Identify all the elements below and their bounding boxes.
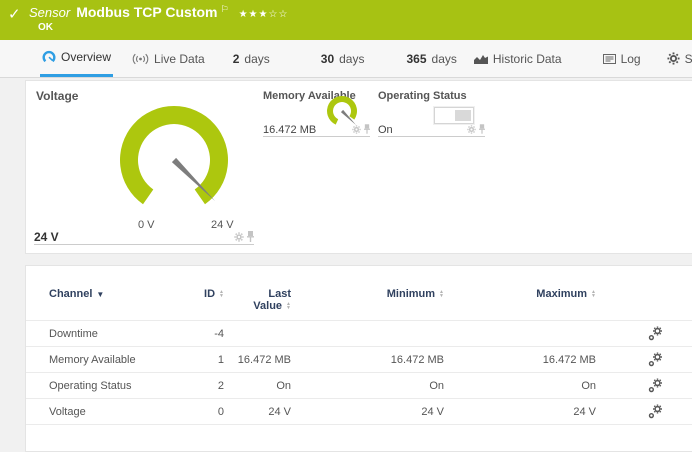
tab-label: Historic Data (493, 52, 562, 66)
col-header-minimum[interactable]: Minimum▲▼ (291, 284, 444, 321)
cell-maximum: 16.472 MB (444, 347, 596, 373)
tab-number: 365 (406, 52, 426, 66)
tab-label: days (339, 52, 364, 66)
cell-minimum: 16.472 MB (291, 347, 444, 373)
table-row[interactable]: Operating Status 2 On On On (26, 373, 692, 399)
status-ok-check-icon: ✓ (8, 5, 21, 23)
table-row[interactable]: Voltage 0 24 V 24 V 24 V (26, 399, 692, 425)
sensor-header-bar: ✓ Sensor Modbus TCP Custom ⚐ ★★★☆☆ OK (0, 0, 692, 40)
sort-icon: ▲▼ (439, 290, 444, 298)
channel-table-panel: Channel▼ ID▲▼ Last Value▲▼ Minimum▲▼ Max… (25, 265, 692, 452)
col-header-actions (596, 284, 692, 321)
tab-2-days[interactable]: 2 days (231, 40, 272, 77)
sort-icon: ▲▼ (286, 302, 291, 310)
gear-icon[interactable] (352, 125, 361, 134)
sort-icon: ▲▼ (591, 290, 596, 298)
cell-last-value: On (224, 373, 291, 399)
area-chart-icon (474, 54, 488, 64)
col-header-id[interactable]: ID▲▼ (179, 284, 224, 321)
channel-settings-icon[interactable] (648, 352, 663, 367)
voltage-value: 24 V (34, 230, 234, 244)
switch-knob (455, 110, 471, 121)
tab-live-data[interactable]: Live Data (130, 40, 207, 77)
tab-label: Live Data (154, 52, 205, 66)
sort-icon: ▲▼ (219, 290, 224, 298)
cell-channel[interactable]: Memory Available (26, 347, 179, 373)
cell-channel[interactable]: Voltage (26, 399, 179, 425)
tab-historic-data[interactable]: Historic Data (472, 40, 564, 77)
tab-30-days[interactable]: 30 days (319, 40, 367, 77)
cell-channel[interactable]: Operating Status (26, 373, 179, 399)
cell-id: 2 (179, 373, 224, 399)
tab-label: days (432, 52, 457, 66)
pin-icon[interactable] (364, 124, 370, 134)
cell-maximum: 24 V (444, 399, 596, 425)
log-list-icon (603, 54, 616, 64)
tab-label: days (244, 52, 269, 66)
gear-icon[interactable] (467, 125, 476, 134)
gear-icon[interactable] (234, 232, 244, 242)
sensor-status-text: OK (38, 22, 53, 33)
channel-settings-icon[interactable] (648, 404, 663, 419)
flag-icon[interactable]: ⚐ (221, 4, 229, 14)
cell-last-value (224, 321, 291, 347)
memory-value-row: 16.472 MB (263, 121, 370, 137)
gear-icon (667, 52, 680, 65)
channel-settings-icon[interactable] (648, 326, 663, 341)
table-row[interactable]: Memory Available 1 16.472 MB 16.472 MB 1… (26, 347, 692, 373)
tab-number: 30 (321, 52, 334, 66)
pin-icon[interactable] (247, 231, 254, 242)
pin-icon[interactable] (479, 124, 485, 134)
operating-value: On (378, 124, 467, 136)
tab-settings[interactable]: Settings (665, 40, 692, 77)
cell-last-value: 24 V (224, 399, 291, 425)
gauge-icon (42, 50, 56, 64)
table-row[interactable]: Downtime -4 (26, 321, 692, 347)
live-signal-icon (132, 53, 149, 65)
voltage-gauge[interactable] (114, 97, 234, 215)
voltage-gauge-title: Voltage (36, 89, 78, 103)
cell-last-value: 16.472 MB (224, 347, 291, 373)
cell-id: 0 (179, 399, 224, 425)
memory-value: 16.472 MB (263, 124, 352, 136)
cell-maximum: On (444, 373, 596, 399)
sort-desc-icon: ▼ (96, 290, 104, 299)
channel-table: Channel▼ ID▲▼ Last Value▲▼ Minimum▲▼ Max… (26, 284, 692, 425)
tab-label: Overview (61, 50, 111, 64)
object-kind-label: Sensor (29, 5, 70, 20)
cell-minimum: On (291, 373, 444, 399)
tab-bar: Overview Live Data 2 days 30 days 365 da… (0, 40, 692, 78)
channel-settings-icon[interactable] (648, 378, 663, 393)
tab-log[interactable]: Log (601, 40, 643, 77)
tab-label: Settings (685, 52, 692, 66)
tab-overview[interactable]: Overview (40, 40, 113, 77)
col-header-channel[interactable]: Channel▼ (26, 284, 179, 321)
tab-label: Log (621, 52, 641, 66)
cell-maximum (444, 321, 596, 347)
priority-stars[interactable]: ★★★☆☆ (239, 9, 289, 20)
col-header-last-value[interactable]: Last Value▲▼ (224, 284, 291, 321)
cell-minimum: 24 V (291, 399, 444, 425)
tab-number: 2 (233, 52, 240, 66)
cell-id: -4 (179, 321, 224, 347)
table-header-row: Channel▼ ID▲▼ Last Value▲▼ Minimum▲▼ Max… (26, 284, 692, 321)
cell-minimum (291, 321, 444, 347)
operating-value-row: On (378, 121, 485, 137)
sensor-title: Modbus TCP Custom (76, 4, 217, 20)
col-header-maximum[interactable]: Maximum▲▼ (444, 284, 596, 321)
cell-channel[interactable]: Downtime (26, 321, 179, 347)
cell-id: 1 (179, 347, 224, 373)
overview-gauges-panel: Voltage 0 V 24 V 24 V Memory (25, 80, 692, 254)
voltage-value-row: 24 V (34, 225, 254, 245)
operating-status-title: Operating Status (378, 90, 467, 102)
tab-365-days[interactable]: 365 days (404, 40, 458, 77)
